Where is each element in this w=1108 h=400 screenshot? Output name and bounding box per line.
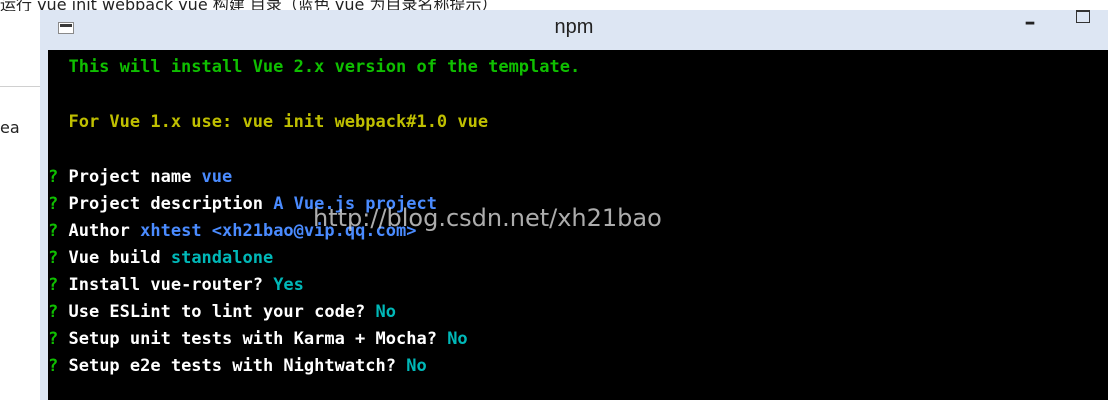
terminal-segment: Setup unit tests with Karma + Mocha? — [68, 329, 448, 349]
terminal-segment: This will install Vue 2.x version of the… — [48, 57, 581, 77]
terminal-segment: Use ESLint to lint your code? — [68, 302, 376, 322]
terminal-line: ? Setup e2e tests with Nightwatch? No — [48, 356, 427, 376]
terminal-segment: ? — [48, 275, 69, 295]
terminal-segment: No — [447, 329, 468, 349]
watermark: http://blog.csdn.net/xh21bao — [313, 204, 662, 232]
terminal-segment: Install vue-router? — [68, 275, 274, 295]
background-area — [0, 153, 40, 400]
terminal-line: ? Project name vue — [48, 167, 232, 187]
title-bar[interactable]: npm – — [40, 10, 1108, 50]
terminal-line: ? Install vue-router? Yes — [48, 275, 304, 295]
terminal-segment: standalone — [170, 248, 274, 268]
terminal-line: ? Setup unit tests with Karma + Mocha? N… — [48, 329, 468, 349]
terminal-segment: Author — [68, 221, 141, 241]
maximize-icon — [1076, 10, 1090, 23]
terminal-segment: ? — [48, 221, 69, 241]
background-text: ea — [0, 118, 20, 137]
terminal-segment: No — [406, 356, 427, 376]
terminal-segment: Project name — [68, 167, 202, 187]
terminal-segment: ? — [48, 329, 69, 349]
terminal-segment: ? — [48, 302, 69, 322]
maximize-button[interactable] — [1068, 10, 1098, 32]
minimize-button[interactable]: – — [1015, 12, 1045, 34]
terminal-segment: Project description — [68, 194, 274, 214]
terminal-line: This will install Vue 2.x version of the… — [48, 57, 580, 77]
terminal-line: ? Vue build standalone — [48, 248, 273, 268]
terminal-segment: ? — [48, 248, 69, 268]
window-title: npm — [554, 16, 594, 38]
terminal-segment: ? — [48, 356, 69, 376]
terminal-line: For Vue 1.x use: vue init webpack#1.0 vu… — [48, 112, 488, 132]
terminal-segment: For Vue 1.x use: vue init webpack#1.0 vu… — [48, 112, 489, 132]
terminal-segment: ? — [48, 167, 69, 187]
terminal-segment: ? — [48, 194, 69, 214]
terminal-segment: No — [375, 302, 397, 322]
terminal-segment: vue — [201, 167, 233, 187]
terminal-segment: Setup e2e tests with Nightwatch? — [68, 356, 407, 376]
terminal-segment: Vue build — [68, 248, 171, 268]
terminal-segment: Yes — [273, 275, 304, 295]
terminal-line: ? Use ESLint to lint your code? No — [48, 302, 396, 322]
